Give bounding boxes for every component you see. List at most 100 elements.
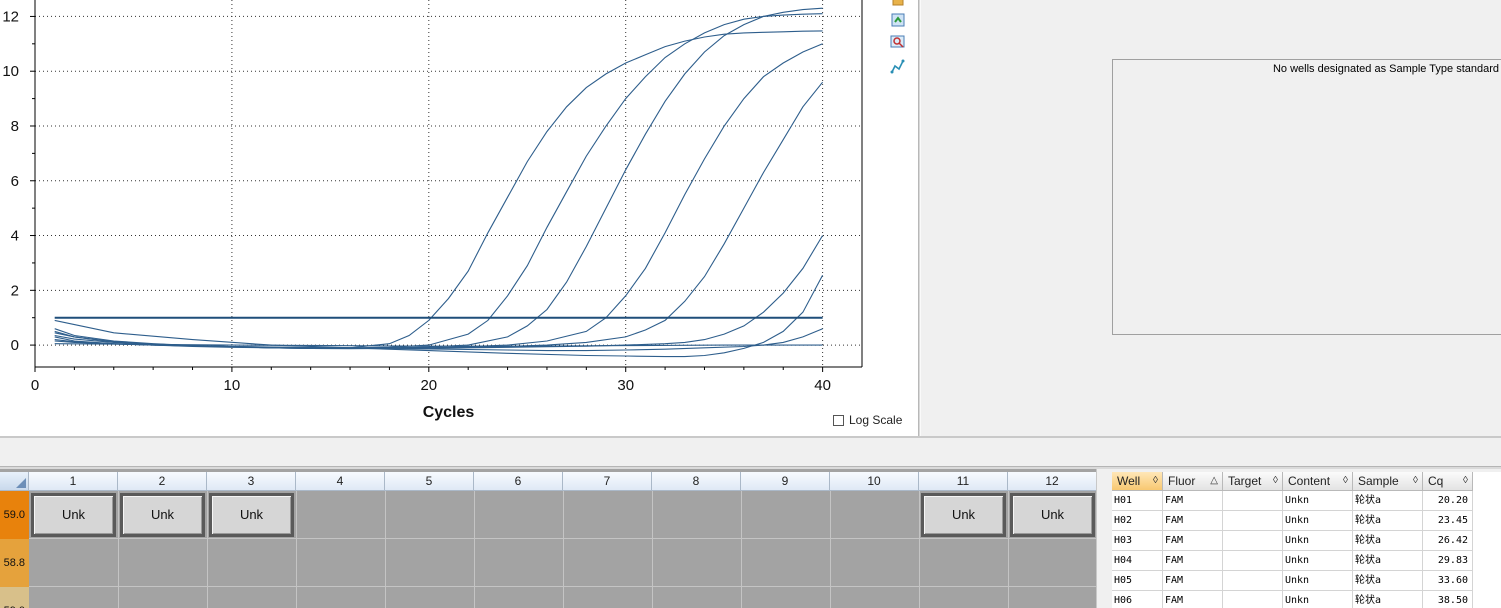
plate-column-divider xyxy=(474,491,475,608)
sort-icon[interactable]: △ xyxy=(1210,472,1218,490)
x-tick-label: 0 xyxy=(31,377,39,394)
standard-curve-message: No wells designated as Sample Type stand… xyxy=(1272,63,1499,75)
table-cell[interactable]: Unkn xyxy=(1283,551,1353,571)
sort-icon[interactable]: ◊ xyxy=(1153,472,1158,490)
plate-column-header-2[interactable]: 2 xyxy=(118,472,207,491)
plate-column-header-9[interactable]: 9 xyxy=(741,472,830,491)
plate-select-all-corner[interactable] xyxy=(0,472,29,491)
column-header-fluor[interactable]: Fluor △ xyxy=(1163,472,1223,491)
table-cell[interactable]: 26.42 xyxy=(1423,531,1473,551)
amplification-chart-panel: 0 10 20 30 40 0 2 4 6 8 10 12 Cycles Log Scale xyxy=(0,0,918,436)
plate-column-divider xyxy=(652,491,653,608)
plate-column-header-6[interactable]: 6 xyxy=(474,472,563,491)
y-tick-label: 12 xyxy=(2,8,19,25)
table-cell[interactable]: FAM xyxy=(1163,511,1223,531)
table-cell[interactable]: 轮状a xyxy=(1353,531,1423,551)
column-header-target[interactable]: Target ◊ xyxy=(1223,472,1283,491)
export-chart-icon[interactable] xyxy=(890,12,906,28)
x-tick-label: 20 xyxy=(420,377,437,394)
table-cell[interactable]: H06 xyxy=(1112,591,1163,608)
plate-column-header-8[interactable]: 8 xyxy=(652,472,741,491)
table-cell[interactable]: Unkn xyxy=(1283,571,1353,591)
table-cell[interactable]: Unkn xyxy=(1283,531,1353,551)
table-cell[interactable]: H02 xyxy=(1112,511,1163,531)
horizontal-splitter[interactable] xyxy=(0,436,1501,468)
plate-well[interactable]: Unk xyxy=(1010,493,1095,537)
x-tick-label: 40 xyxy=(814,377,831,394)
table-cell[interactable]: 38.50 xyxy=(1423,591,1473,608)
sort-icon[interactable]: ◊ xyxy=(1413,472,1418,490)
copy-chart-icon[interactable] xyxy=(890,0,906,12)
table-cell[interactable]: 33.60 xyxy=(1423,571,1473,591)
plate-column-divider xyxy=(118,491,119,608)
plate-column-divider xyxy=(563,491,564,608)
column-header-cq[interactable]: Cq ◊ xyxy=(1423,472,1473,491)
plate-column-header-10[interactable]: 10 xyxy=(830,472,919,491)
zoom-chart-icon[interactable] xyxy=(890,34,906,50)
table-cell[interactable]: 29.83 xyxy=(1423,551,1473,571)
log-scale-label: Log Scale xyxy=(849,413,903,427)
table-cell[interactable] xyxy=(1223,551,1283,571)
table-cell[interactable]: 轮状a xyxy=(1353,591,1423,608)
curve-settings-icon[interactable] xyxy=(890,58,906,74)
sort-icon[interactable]: ◊ xyxy=(1343,472,1348,490)
table-cell[interactable]: FAM xyxy=(1163,571,1223,591)
plate-view[interactable]: 12345678910111259.0UnkUnkUnkUnkUnk58.859… xyxy=(0,469,1096,608)
table-cell[interactable]: H04 xyxy=(1112,551,1163,571)
table-cell[interactable]: FAM xyxy=(1163,551,1223,571)
table-cell[interactable]: H03 xyxy=(1112,531,1163,551)
plate-column-header-1[interactable]: 1 xyxy=(29,472,118,491)
table-cell[interactable] xyxy=(1223,591,1283,608)
table-cell[interactable] xyxy=(1223,491,1283,511)
plate-row-label[interactable]: 59.0 xyxy=(0,587,29,608)
amplification-curve-1 xyxy=(54,30,823,349)
plate-row-label[interactable]: 59.0 xyxy=(0,491,29,539)
table-cell[interactable]: 轮状a xyxy=(1353,511,1423,531)
table-cell[interactable]: FAM xyxy=(1163,531,1223,551)
y-tick-label: 8 xyxy=(11,118,19,135)
table-cell[interactable]: FAM xyxy=(1163,591,1223,608)
column-header-content[interactable]: Content ◊ xyxy=(1283,472,1353,491)
well-results-table[interactable]: Well ◊ Fluor △ Target ◊ Content ◊ Sample ◊ Cq ◊ H01 F… xyxy=(1112,472,1501,608)
table-cell[interactable] xyxy=(1223,531,1283,551)
table-cell[interactable] xyxy=(1223,571,1283,591)
y-tick-label: 6 xyxy=(11,173,19,190)
table-cell[interactable]: Unkn xyxy=(1283,491,1353,511)
plate-row-label[interactable]: 58.8 xyxy=(0,539,29,587)
table-cell[interactable]: H01 xyxy=(1112,491,1163,511)
plate-well[interactable]: Unk xyxy=(31,493,116,537)
sort-icon[interactable]: ◊ xyxy=(1463,472,1468,490)
log-scale-toggle[interactable]: Log Scale xyxy=(833,413,902,427)
table-cell[interactable]: H05 xyxy=(1112,571,1163,591)
plate-column-header-11[interactable]: 11 xyxy=(919,472,1008,491)
plate-well[interactable]: Unk xyxy=(209,493,294,537)
table-cell[interactable]: Unkn xyxy=(1283,591,1353,608)
table-cell[interactable]: 轮状a xyxy=(1353,571,1423,591)
table-cell[interactable]: 23.45 xyxy=(1423,511,1473,531)
table-cell[interactable] xyxy=(1223,511,1283,531)
table-cell[interactable]: FAM xyxy=(1163,491,1223,511)
plate-column-header-12[interactable]: 12 xyxy=(1008,472,1096,491)
x-axis-label: Cycles xyxy=(423,404,475,421)
table-cell[interactable]: 轮状a xyxy=(1353,551,1423,571)
amplification-chart[interactable]: 0 10 20 30 40 0 2 4 6 8 10 12 Cycles xyxy=(0,0,918,436)
plate-well[interactable]: Unk xyxy=(921,493,1006,537)
plate-well[interactable]: Unk xyxy=(120,493,205,537)
log-scale-checkbox[interactable] xyxy=(833,414,844,426)
amplification-curve-3 xyxy=(54,7,823,349)
sort-icon[interactable]: ◊ xyxy=(1273,472,1278,490)
plate-column-divider xyxy=(919,491,920,608)
standard-curve-panel: No wells designated as Sample Type stand… xyxy=(921,0,1501,436)
table-cell[interactable]: Unkn xyxy=(1283,511,1353,531)
column-header-sample[interactable]: Sample ◊ xyxy=(1353,472,1423,491)
plate-column-divider xyxy=(385,491,386,608)
plate-column-header-7[interactable]: 7 xyxy=(563,472,652,491)
plate-column-header-4[interactable]: 4 xyxy=(296,472,385,491)
table-cell[interactable]: 20.20 xyxy=(1423,491,1473,511)
plate-column-header-3[interactable]: 3 xyxy=(207,472,296,491)
y-tick-label: 10 xyxy=(2,63,19,80)
plate-column-divider xyxy=(741,491,742,608)
column-header-well[interactable]: Well ◊ xyxy=(1112,472,1163,491)
table-cell[interactable]: 轮状a xyxy=(1353,491,1423,511)
plate-column-header-5[interactable]: 5 xyxy=(385,472,474,491)
